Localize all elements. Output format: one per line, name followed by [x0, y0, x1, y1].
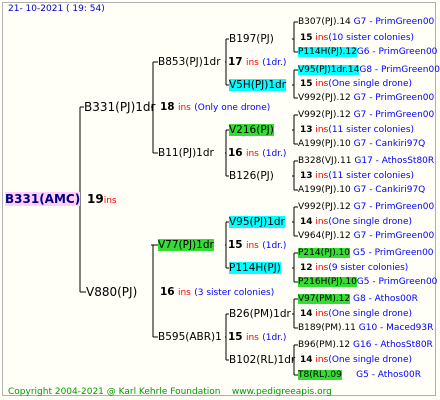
gen3-queen-4: B126(PJ)	[229, 170, 274, 182]
gen3-queen-6: P114H(PJ)	[229, 262, 281, 274]
gen2-queen-2: B11(PJ)1dr	[158, 147, 214, 159]
gen4-queen-6: A199(PJ).10 G7 - Cankiri97Q	[298, 139, 426, 149]
gen3-queen-7: B26(PM)1dr	[229, 308, 291, 320]
gen4-queen-14: B189(PM).11 G10 - Maced93R	[298, 323, 434, 333]
date-stamp: 21- 10-2021 ( 19: 54)	[8, 4, 105, 14]
gen3-note-2: 15 ins(One single drone)	[300, 79, 412, 89]
gen3-note-3: 13 ins(11 sister colonies)	[300, 125, 415, 135]
footer-url-link[interactable]: www.pedigreeapis.org	[232, 387, 332, 397]
gen4-queen-1: B307(PJ).14 G7 - PrimGreen00	[298, 17, 435, 27]
gen4-queen-3: V95(PJ)1dr.14G8 - PrimGreen00	[298, 65, 440, 75]
gen4-queen-16: T8(RL).09 G5 - Athos00R	[298, 370, 421, 380]
gen2-queen-3-year: 15 ins (1dr.)	[228, 239, 287, 251]
root-queen-year: 19ins	[87, 192, 117, 206]
pedigree-canvas: 21- 10-2021 ( 19: 54) B331(AMC) 19ins B3…	[0, 0, 440, 400]
gen2-queen-4-year: 15 ins (1dr.)	[228, 331, 287, 343]
gen2-queen-3: V77(PJ)1dr	[158, 239, 214, 251]
gen3-note-8: 14 ins(One single drone)	[300, 355, 412, 365]
mother-year: 16 ins (3 sister colonies)	[160, 286, 275, 298]
gen3-queen-1: B197(PJ)	[229, 33, 274, 45]
gen2-queen-4: B595(ABR)1	[158, 331, 222, 343]
gen2-queen-2-year: 16 ins (1dr.)	[228, 147, 287, 159]
gen3-note-5: 14 ins(One single drone)	[300, 217, 412, 227]
gen3-note-4: 13 ins(11 sister colonies)	[300, 171, 415, 181]
gen3-note-7: 14 ins(One single drone)	[300, 309, 412, 319]
gen3-queen-5: V95(PJ)1dr	[229, 216, 285, 228]
gen4-queen-11: P214(PJ).10 G5 - PrimGreen00	[298, 248, 434, 258]
gen4-queen-7: B328(VJ).11 G17 - AthosSt80R	[298, 156, 435, 166]
gen2-queen-1: B853(PJ)1dr	[158, 56, 221, 68]
gen3-queen-8: B102(RL)1dr	[229, 354, 296, 366]
gen3-queen-2: V5H(PJ)1dr	[229, 79, 287, 91]
gen4-queen-8: A199(PJ).10 G7 - Cankiri97Q	[298, 185, 426, 195]
gen4-queen-10: V964(PJ).12 G7 - PrimGreen00	[298, 231, 435, 241]
father-name: B331(PJ)1dr	[84, 100, 156, 114]
gen2-queen-1-year: 17 ins (1dr.)	[228, 56, 287, 68]
gen4-queen-12: P216H(PJ).10G5 - PrimGreen00	[298, 277, 438, 287]
gen4-queen-4: V992(PJ).12 G7 - PrimGreen00	[298, 93, 435, 103]
gen4-queen-9: V992(PJ).12 G7 - PrimGreen00	[298, 202, 435, 212]
mother-name: V880(PJ)	[86, 285, 138, 299]
gen4-queen-13: V97(PM).12 G8 - Athos00R	[298, 294, 418, 304]
footer-copyright: Copyright 2004-2021 @ Karl Kehrle Founda…	[8, 387, 332, 397]
gen4-queen-5: V992(PJ).12 G7 - PrimGreen00	[298, 110, 435, 120]
gen3-note-1: 15 ins(10 sister colonies)	[300, 33, 415, 43]
gen3-queen-3: V216(PJ)	[229, 124, 274, 136]
gen4-queen-15: B96(PM).12 G16 - AthosSt80R	[298, 340, 433, 350]
father-year: 18 ins (Only one drone)	[160, 101, 271, 113]
gen4-queen-2: P114H(PJ).12G6 - PrimGreen00	[298, 47, 438, 57]
gen3-note-6: 12 ins(9 sister colonies)	[300, 263, 409, 273]
root-queen-name: B331(AMC)	[5, 192, 81, 206]
